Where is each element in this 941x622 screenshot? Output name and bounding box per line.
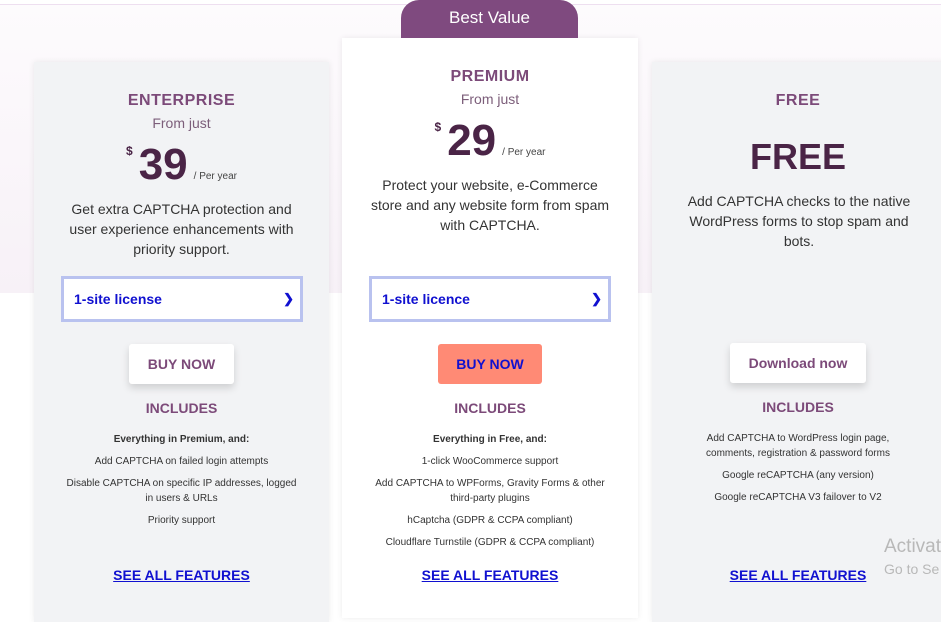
feature-list: Everything in Premium, and: Add CAPTCHA … (54, 432, 309, 535)
license-value: 1-site license (74, 291, 162, 307)
feature-item: Cloudflare Turnstile (GDPR & CCPA compli… (385, 537, 595, 548)
plan-description: Add CAPTCHA checks to the native WordPre… (687, 193, 911, 249)
price-period: / Per year (502, 147, 546, 158)
best-value-badge: Best Value (401, 0, 578, 38)
feature-item: Google reCAPTCHA V3 failover to V2 (714, 492, 882, 503)
plan-description: Protect your website, e-Commerce store a… (370, 177, 610, 233)
chevron-down-icon: ❯ (591, 291, 602, 306)
plan-tier: FREE (775, 92, 821, 109)
from-label: From just (152, 115, 211, 131)
activation-watermark: Activat Go to Se (884, 536, 941, 577)
plan-price: FREE (749, 136, 846, 177)
plan-price: $39 / Per year (34, 140, 329, 190)
plan-tier: PREMIUM (450, 68, 530, 85)
feature-item: Google reCAPTCHA (any version) (722, 470, 874, 481)
see-all-features-link[interactable]: SEE ALL FEATURES (34, 567, 329, 583)
feature-list: Everything in Free, and: 1-click WooComm… (362, 432, 618, 557)
feature-item: Add CAPTCHA to WordPress login page, com… (706, 433, 890, 459)
feature-item: Everything in Free, and: (433, 434, 547, 445)
price-amount: 39 (138, 140, 188, 189)
plan-card-premium: PREMIUM From just $29 / Per year Protect … (342, 38, 638, 618)
watermark-line: Go to Se (884, 561, 940, 577)
chevron-down-icon: ❯ (283, 291, 294, 306)
download-now-button[interactable]: Download now (730, 343, 866, 383)
feature-item: Priority support (147, 515, 216, 526)
plan-card-enterprise: ENTERPRISE From just $39 / Per year Get e… (34, 62, 329, 622)
feature-item: hCaptcha (GDPR & CCPA compliant) (407, 515, 573, 526)
see-all-features-link[interactable]: SEE ALL FEATURES (342, 567, 638, 583)
feature-item: Disable CAPTCHA on specific IP addresses… (66, 478, 297, 504)
license-select[interactable]: 1-site licence ❯ (369, 276, 611, 322)
includes-heading: INCLUDES (454, 400, 526, 416)
license-select[interactable]: 1-site license ❯ (61, 276, 303, 322)
buy-now-button[interactable]: BUY NOW (129, 344, 234, 384)
feature-item: Add CAPTCHA on failed login attempts (94, 456, 269, 467)
plan-description: Get extra CAPTCHA protection and user ex… (69, 201, 294, 257)
currency: $ (126, 144, 133, 158)
from-label: From just (460, 91, 520, 107)
feature-item: 1-click WooCommerce support (421, 456, 559, 467)
plan-price: $29 / Per year (342, 116, 638, 166)
includes-heading: INCLUDES (145, 400, 218, 416)
feature-list: Add CAPTCHA to WordPress login page, com… (668, 431, 928, 512)
feature-item: Everything in Premium, and: (113, 434, 250, 445)
watermark-line: Activat (884, 536, 941, 557)
buy-now-button[interactable]: BUY NOW (438, 344, 542, 384)
license-value: 1-site licence (382, 291, 470, 307)
price-period: / Per year (193, 171, 237, 182)
includes-heading: INCLUDES (762, 399, 834, 415)
currency: $ (434, 120, 442, 134)
price-amount: 29 (447, 116, 497, 165)
plan-tier: ENTERPRISE (127, 92, 236, 109)
feature-item: Add CAPTCHA to WPForms, Gravity Forms & … (375, 478, 605, 504)
